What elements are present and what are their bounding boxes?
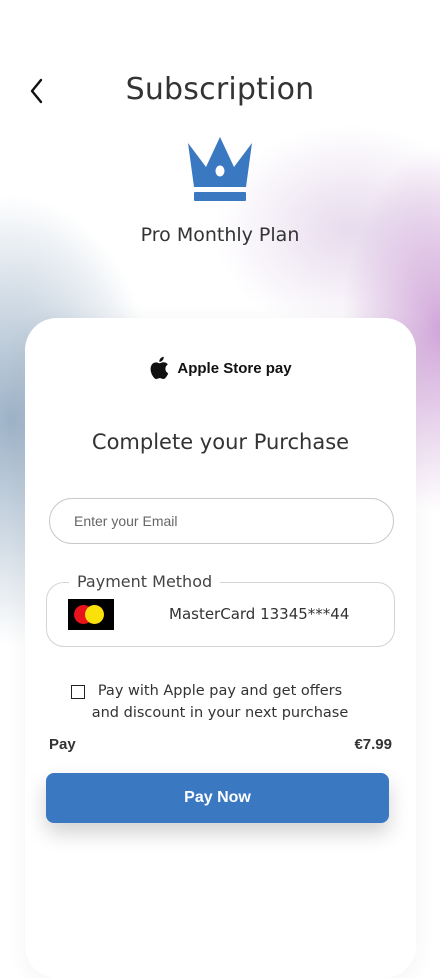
checkout-heading: Complete your Purchase: [91, 430, 350, 454]
payment-provider: Apple Store pay: [25, 356, 416, 380]
pay-now-button[interactable]: Pay Now: [46, 773, 389, 823]
card-number: MasterCard 13345***44: [169, 605, 350, 623]
checkout-card: Apple Store pay Complete your Purchase M…: [25, 318, 416, 978]
apple-pay-offer-checkbox[interactable]: [71, 685, 85, 699]
email-field[interactable]: [49, 498, 394, 544]
apple-pay-offer-text: Pay with Apple pay and get offers and di…: [91, 683, 349, 721]
crown-icon: [188, 137, 252, 201]
page-title: Subscription: [125, 72, 315, 107]
pay-label: Pay: [49, 736, 76, 753]
plan-name: Pro Monthly Plan: [140, 224, 300, 246]
payment-method-label: Payment Method: [69, 572, 221, 591]
payment-method-selector[interactable]: MasterCard 13345***44: [46, 582, 395, 647]
mastercard-logo-icon: [68, 599, 114, 630]
payment-provider-label: Apple Store pay: [177, 359, 292, 377]
apple-logo-icon: [150, 356, 169, 379]
pay-amount: €7.99: [354, 736, 392, 753]
